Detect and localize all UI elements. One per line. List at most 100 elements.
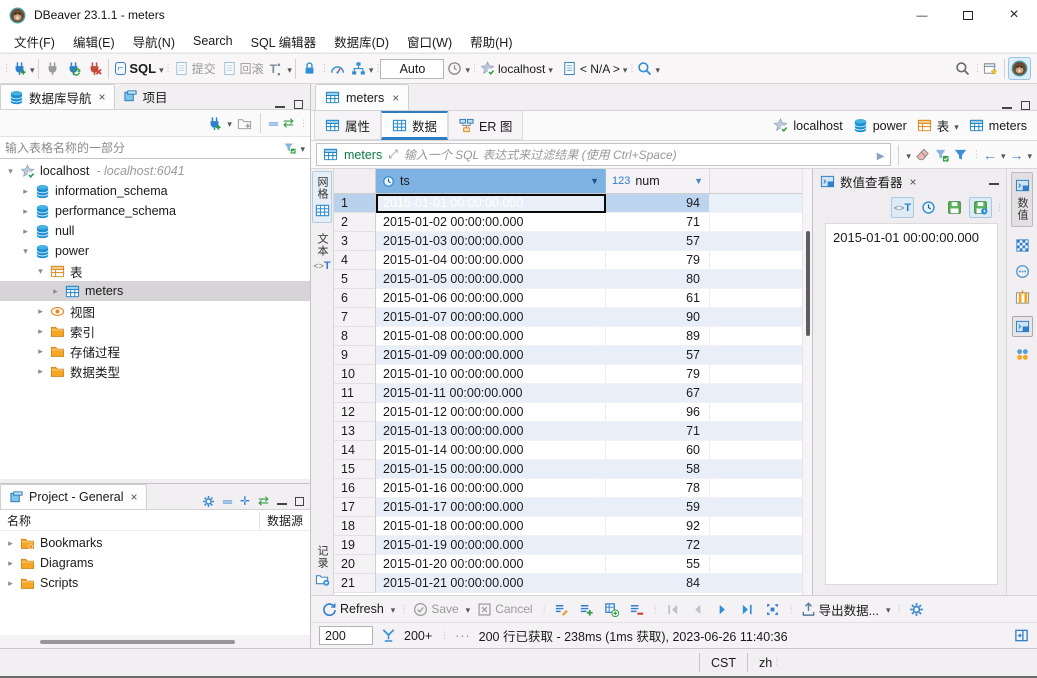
grid-cell-ts[interactable]: 2015-01-15 00:00:00.000 bbox=[376, 460, 606, 479]
chevron-down-icon[interactable]: ▾ bbox=[6, 166, 15, 177]
grid-cell-ts[interactable]: 2015-01-04 00:00:00.000 bbox=[376, 251, 606, 270]
tab-properties[interactable]: 属性 bbox=[314, 111, 381, 140]
menu-item-4[interactable]: SQL 编辑器 bbox=[242, 30, 326, 53]
delete-row-button[interactable] bbox=[626, 599, 647, 620]
grid-cell-ts[interactable]: 2015-01-21 00:00:00.000 bbox=[376, 574, 606, 593]
value-viewer-content[interactable]: 2015-01-01 00:00:00.000 bbox=[825, 223, 998, 585]
grid-cell-ts[interactable]: 2015-01-14 00:00:00.000 bbox=[376, 441, 606, 460]
new-connection-dropdown[interactable] bbox=[30, 62, 35, 76]
connect-button[interactable] bbox=[42, 58, 63, 79]
grid-cell-empty[interactable] bbox=[710, 441, 802, 460]
timezone-indicator[interactable]: CST bbox=[711, 656, 736, 670]
result-settings-button[interactable] bbox=[906, 599, 927, 620]
editor-tab-meters[interactable]: meters bbox=[315, 84, 409, 110]
clear-filter-button[interactable] bbox=[915, 147, 930, 162]
grid-cell-num[interactable]: 96 bbox=[606, 403, 710, 422]
grid-cell-ts[interactable]: 2015-01-07 00:00:00.000 bbox=[376, 308, 606, 327]
quick-search-button[interactable] bbox=[634, 58, 655, 79]
commit-button[interactable]: 提交 bbox=[171, 57, 219, 80]
grid-cell-num[interactable]: 59 bbox=[606, 498, 710, 517]
grid-cell-empty[interactable] bbox=[710, 479, 802, 498]
chevron-right-icon[interactable]: ▸ bbox=[36, 346, 45, 357]
grid-cell-num[interactable]: 92 bbox=[606, 517, 710, 536]
navigator-new-connection-button[interactable] bbox=[207, 116, 222, 131]
refresh-dropdown[interactable] bbox=[391, 602, 396, 616]
custom-filter-button[interactable] bbox=[953, 147, 968, 162]
commit-mode-combo[interactable]: Auto bbox=[380, 59, 444, 79]
quick-search-dropdown[interactable] bbox=[655, 62, 660, 76]
grid-vertical-scrollbar[interactable] bbox=[802, 169, 812, 595]
duplicate-row-button[interactable] bbox=[601, 599, 622, 620]
breadcrumb-database[interactable]: power bbox=[853, 118, 907, 133]
menu-item-2[interactable]: 导航(N) bbox=[124, 30, 184, 53]
grid-cell-num[interactable]: 55 bbox=[606, 555, 710, 574]
tree-item-null[interactable]: ▸null bbox=[0, 221, 310, 241]
chevron-right-icon[interactable]: ▸ bbox=[21, 226, 30, 237]
sql-editor-button[interactable]: ⌐SQL bbox=[112, 58, 160, 79]
transaction-mode-button[interactable]: T⡁ bbox=[267, 59, 288, 79]
grid-corner-cell[interactable] bbox=[334, 169, 376, 193]
timestamp-format-button[interactable] bbox=[917, 197, 940, 218]
grid-cell-empty[interactable] bbox=[710, 460, 802, 479]
row-number-cell[interactable]: 1 bbox=[334, 194, 376, 213]
overflow-icon[interactable] bbox=[455, 629, 471, 643]
tree-item-information_schema[interactable]: ▸information_schema bbox=[0, 181, 310, 201]
chevron-right-icon[interactable]: ▸ bbox=[51, 286, 60, 297]
grid-cell-num[interactable]: 57 bbox=[606, 232, 710, 251]
tree-item-meters[interactable]: ▸meters bbox=[0, 281, 310, 301]
collapse-all-icon[interactable] bbox=[223, 494, 232, 509]
dbeaver-perspective-button[interactable] bbox=[1008, 57, 1031, 80]
scrollbar-thumb[interactable] bbox=[40, 640, 235, 644]
tree-item-Diagrams[interactable]: ▸Diagrams bbox=[0, 553, 310, 573]
menu-item-5[interactable]: 数据库(D) bbox=[325, 30, 398, 53]
link-with-editor-icon[interactable] bbox=[258, 493, 269, 509]
forward-dropdown[interactable] bbox=[1027, 148, 1032, 162]
grid-cell-num[interactable]: 58 bbox=[606, 460, 710, 479]
row-number-cell[interactable]: 7 bbox=[334, 308, 376, 327]
tree-item-表[interactable]: ▾表 bbox=[0, 261, 310, 281]
grid-cell-num[interactable]: 79 bbox=[606, 251, 710, 270]
row-number-cell[interactable]: 19 bbox=[334, 536, 376, 555]
horizontal-scrollbar[interactable] bbox=[0, 635, 310, 648]
navigator-filter-input[interactable]: 输入表格名称的一部分 bbox=[0, 136, 310, 159]
filter-icon[interactable] bbox=[283, 141, 296, 154]
maximize-editor-icon[interactable] bbox=[1021, 101, 1030, 110]
tab-database-navigator[interactable]: 数据库导航 bbox=[0, 84, 115, 109]
tab-data[interactable]: 数据 bbox=[381, 111, 448, 140]
auto-save-value-button[interactable] bbox=[969, 197, 992, 218]
row-number-cell[interactable]: 2 bbox=[334, 213, 376, 232]
grid-cell-empty[interactable] bbox=[710, 232, 802, 251]
row-number-cell[interactable]: 3 bbox=[334, 232, 376, 251]
active-connection-selector[interactable]: localhost bbox=[477, 58, 548, 79]
column-header-name[interactable]: 名称 bbox=[7, 512, 31, 529]
scrollbar-thumb[interactable] bbox=[806, 231, 810, 336]
grid-cell-num[interactable]: 94 bbox=[606, 194, 710, 213]
network-button[interactable] bbox=[348, 58, 369, 79]
expand-filter-icon[interactable]: ⤢ bbox=[388, 147, 398, 162]
close-tab-icon[interactable] bbox=[99, 90, 106, 104]
grid-cell-empty[interactable] bbox=[710, 289, 802, 308]
record-mode-toggle[interactable]: 记录 bbox=[313, 541, 331, 591]
save-filter-button[interactable] bbox=[934, 147, 949, 162]
grid-cell-ts[interactable]: 2015-01-09 00:00:00.000 bbox=[376, 346, 606, 365]
close-window-button[interactable] bbox=[991, 0, 1037, 30]
active-schema-selector[interactable]: < N/A > bbox=[559, 58, 623, 79]
grid-cell-num[interactable]: 57 bbox=[606, 346, 710, 365]
navigator-new-connection-dropdown[interactable] bbox=[227, 116, 232, 130]
breadcrumb-table[interactable]: meters bbox=[969, 118, 1027, 133]
add-row-button[interactable] bbox=[576, 599, 597, 620]
back-dropdown[interactable] bbox=[1001, 148, 1006, 162]
tab-project-general[interactable]: Project - General bbox=[0, 484, 147, 509]
open-perspective-button[interactable] bbox=[980, 58, 1001, 79]
rollback-button[interactable]: 回滚 bbox=[219, 57, 267, 80]
chevron-right-icon[interactable]: ▸ bbox=[6, 558, 15, 569]
grid-cell-empty[interactable] bbox=[710, 213, 802, 232]
grid-cell-num[interactable]: 79 bbox=[606, 365, 710, 384]
transaction-dropdown[interactable] bbox=[287, 62, 292, 76]
grid-cell-num[interactable]: 90 bbox=[606, 308, 710, 327]
grid-cell-num[interactable]: 60 bbox=[606, 441, 710, 460]
tree-item-数据类型[interactable]: ▸数据类型 bbox=[0, 361, 310, 381]
breadcrumb-tables[interactable]: 表 bbox=[917, 116, 959, 135]
calc-panel-button[interactable] bbox=[1015, 238, 1030, 253]
row-number-cell[interactable]: 12 bbox=[334, 403, 376, 422]
